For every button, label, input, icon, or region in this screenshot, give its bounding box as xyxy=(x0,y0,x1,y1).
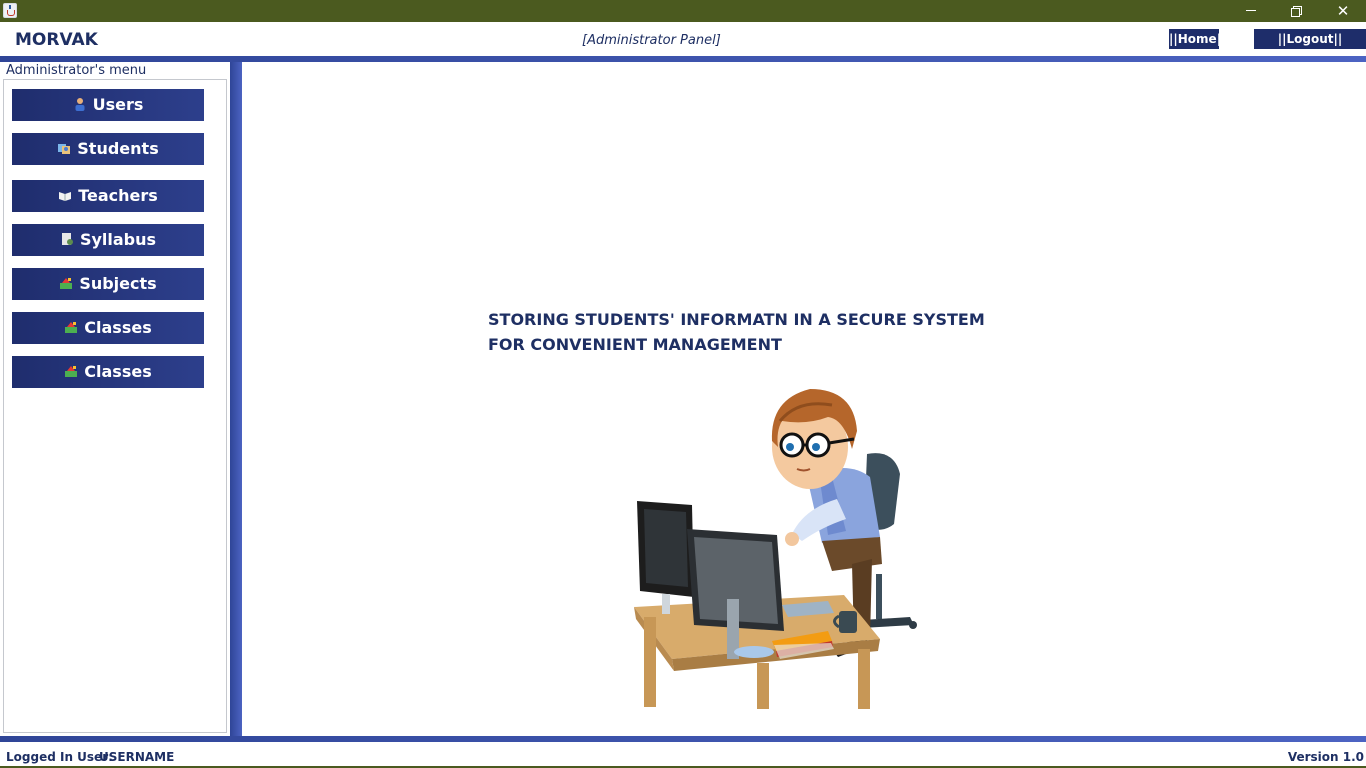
sidebar-item-label: Teachers xyxy=(78,186,158,205)
app-header: MORVAK [Administrator Panel] ||Home|| ||… xyxy=(0,22,1366,56)
sidebar-item-classes[interactable]: Classes xyxy=(12,312,204,344)
sidebar: Administrator's menu Users Students Teac… xyxy=(0,62,230,736)
sidebar-item-label: Students xyxy=(77,139,159,158)
home-button[interactable]: ||Home|| xyxy=(1169,29,1225,49)
sidebar-item-label: Users xyxy=(92,95,144,114)
close-button[interactable]: ✕ xyxy=(1320,0,1366,22)
sidebar-frame xyxy=(3,79,227,733)
status-bar: Logged In User: USERNAME Version 1.0 xyxy=(0,742,1366,768)
logged-in-username: USERNAME xyxy=(99,750,175,764)
brand-title: MORVAK xyxy=(15,30,98,50)
sidebar-divider xyxy=(230,62,242,736)
window-title-bar[interactable]: ✕ xyxy=(0,0,1366,22)
minimize-button[interactable] xyxy=(1228,0,1274,22)
panel-title: [Administrator Panel] xyxy=(582,33,721,48)
syllabus-icon xyxy=(61,232,73,245)
sidebar-item-label: Syllabus xyxy=(79,230,157,249)
tagline-line-2: FOR CONVENIENT MANAGEMENT xyxy=(488,335,782,354)
sidebar-item-label: Subjects xyxy=(79,274,157,293)
book-icon xyxy=(59,191,72,201)
classes-icon xyxy=(65,365,78,377)
student-at-computer-illustration xyxy=(634,389,917,709)
sidebar-item-teachers[interactable]: Teachers xyxy=(12,180,204,212)
subjects-icon xyxy=(60,277,73,289)
sidebar-item-syllabus[interactable]: Syllabus xyxy=(12,224,204,256)
version-label: Version 1.0 xyxy=(1287,750,1364,764)
sidebar-item-label: Classes xyxy=(84,362,152,381)
main-content: STORING STUDENTS' INFORMATN IN A SECURE … xyxy=(242,62,1366,736)
user-icon xyxy=(75,97,85,111)
classes-icon xyxy=(65,321,78,333)
sidebar-title: Administrator's menu xyxy=(6,63,147,78)
restore-button[interactable] xyxy=(1274,0,1320,22)
sidebar-item-users[interactable]: Users xyxy=(12,89,204,121)
logout-button[interactable]: ||Logout|| xyxy=(1254,29,1366,49)
logged-in-label: Logged In User: xyxy=(6,750,113,764)
java-app-icon xyxy=(3,3,17,18)
tagline-line-1: STORING STUDENTS' INFORMATN IN A SECURE … xyxy=(488,310,985,329)
sidebar-item-students[interactable]: Students xyxy=(12,133,204,165)
sidebar-item-label: Classes xyxy=(84,318,152,337)
students-icon xyxy=(58,143,71,154)
sidebar-item-subjects[interactable]: Subjects xyxy=(12,268,204,300)
sidebar-item-classes-2[interactable]: Classes xyxy=(12,356,204,388)
